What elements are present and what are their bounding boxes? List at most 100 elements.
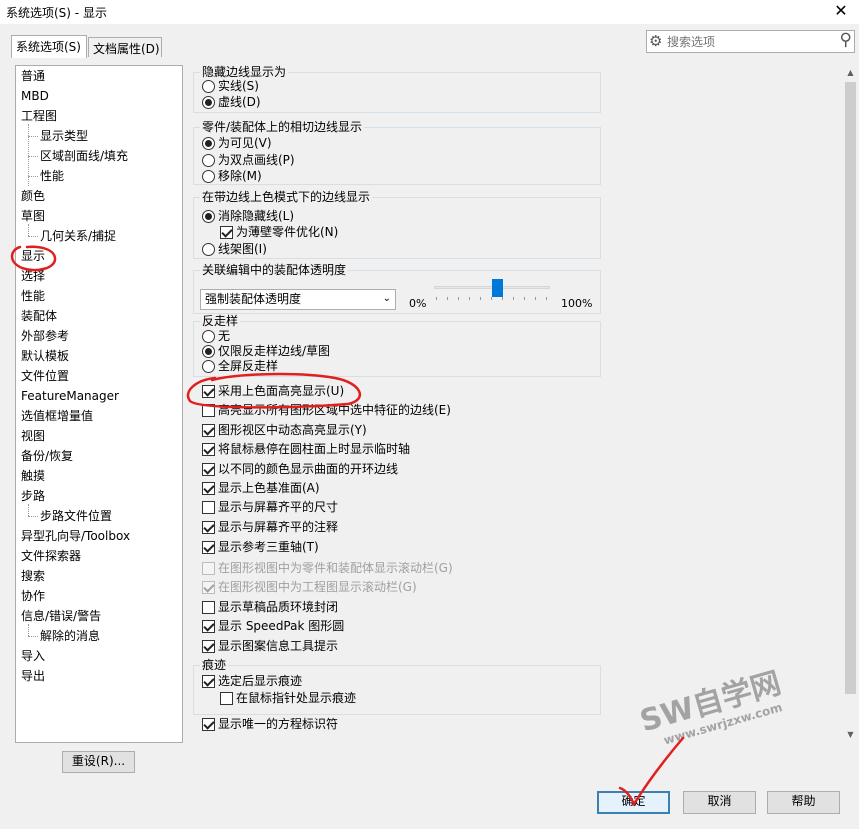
slider-min-label: 0%: [409, 297, 427, 310]
tree-item-dismissed-messages[interactable]: 解除的消息: [40, 628, 100, 644]
tree-item-export[interactable]: 导出: [21, 668, 45, 684]
tree-item-external-references[interactable]: 外部参考: [21, 328, 69, 344]
gear-icon[interactable]: ⚙: [649, 31, 662, 51]
help-button[interactable]: 帮助: [767, 791, 840, 814]
tree-item-file-explorer[interactable]: 文件探索器: [21, 548, 81, 564]
ok-button[interactable]: 确定: [597, 791, 670, 814]
radio-antialias-edges-sketches[interactable]: [202, 345, 215, 358]
checkbox-flat-annotations[interactable]: [202, 521, 215, 534]
hidden-edges-group-title: 隐藏边线显示为: [200, 65, 289, 79]
tree-item-drawing-performance[interactable]: 性能: [40, 168, 64, 184]
scrollbar-thumb[interactable]: [845, 82, 856, 694]
tree-item-collaboration[interactable]: 协作: [21, 588, 45, 604]
search-box[interactable]: ⚙ ⚲: [646, 30, 855, 53]
tree-item-area-hatch[interactable]: 区域剖面线/填充: [40, 148, 128, 164]
tree-item-performance[interactable]: 性能: [21, 288, 45, 304]
tree-connector: [28, 624, 29, 636]
checkbox-show-trail-cursor[interactable]: [220, 692, 233, 705]
search-icon[interactable]: ⚲: [840, 30, 852, 50]
reset-button[interactable]: 重设(R)...: [62, 751, 135, 773]
transparency-dropdown[interactable]: 强制装配体透明度 ⌄: [200, 289, 396, 310]
transparency-slider-thumb[interactable]: [492, 279, 504, 297]
checkbox-speedpak-circle-label: 显示 SpeedPak 图形圆: [218, 619, 345, 633]
tree-item-display[interactable]: 显示: [21, 248, 45, 264]
radio-no-antialias[interactable]: [202, 330, 215, 343]
tree-item-view[interactable]: 视图: [21, 428, 45, 444]
checkbox-thin-part-optimize[interactable]: [220, 226, 233, 239]
checkbox-pattern-tooltips[interactable]: [202, 640, 215, 653]
tree-item-featuremanager[interactable]: FeatureManager: [21, 388, 119, 404]
tree-connector: [28, 236, 38, 237]
radio-no-antialias-label: 无: [218, 329, 231, 343]
close-icon[interactable]: ✕: [826, 1, 856, 23]
checkbox-highlight-feature-edges[interactable]: [202, 404, 215, 417]
tree-item-file-locations[interactable]: 文件位置: [21, 368, 69, 384]
checkbox-dynamic-highlight-label: 图形视区中动态高亮显示(Y): [218, 423, 367, 437]
checkbox-dynamic-highlight[interactable]: [202, 424, 215, 437]
tree-item-general[interactable]: 普通: [21, 68, 45, 84]
tree-item-messages-errors-warnings[interactable]: 信息/错误/警告: [21, 608, 101, 624]
tree-item-search[interactable]: 搜索: [21, 568, 45, 584]
tree-item-drawings[interactable]: 工程图: [21, 108, 57, 124]
checkbox-reference-triad[interactable]: [202, 541, 215, 554]
tree-item-colors[interactable]: 颜色: [21, 188, 45, 204]
tab-system-options[interactable]: 系统选项(S): [11, 35, 87, 58]
radio-antialias-edges-sketches-label: 仅限反走样边线/草图: [218, 344, 331, 358]
tree-item-display-style[interactable]: 显示类型: [40, 128, 88, 144]
window-title: 系统选项(S) - 显示: [6, 6, 107, 20]
slider-tick: [447, 297, 448, 300]
tree-connector: [28, 516, 38, 517]
checkbox-open-edges-color[interactable]: [202, 463, 215, 476]
tree-item-selection[interactable]: 选择: [21, 268, 45, 284]
tree-item-routing[interactable]: 步路: [21, 488, 45, 504]
radio-full-scene-antialias-label: 全屏反走样: [218, 359, 279, 373]
checkbox-part-scrollbars[interactable]: [202, 562, 215, 575]
checkbox-drawing-scrollbars[interactable]: [202, 581, 215, 594]
checkbox-flat-dimensions[interactable]: [202, 501, 215, 514]
checkbox-show-trail-selected[interactable]: [202, 675, 215, 688]
radio-visible[interactable]: [202, 137, 215, 150]
tree-item-import[interactable]: 导入: [21, 648, 45, 664]
radio-solid[interactable]: [202, 80, 215, 93]
radio-remove[interactable]: [202, 170, 215, 183]
tree-item-mbd[interactable]: MBD: [21, 88, 49, 104]
radio-solid-label: 实线(S): [218, 79, 259, 93]
tree-item-default-templates[interactable]: 默认模板: [21, 348, 69, 364]
radio-dashed[interactable]: [202, 96, 215, 109]
checkbox-drawing-scrollbars-label: 在图形视图中为工程图显示滚动栏(G): [218, 580, 417, 594]
checkbox-draft-ambient-occlusion[interactable]: [202, 601, 215, 614]
checkbox-speedpak-circle[interactable]: [202, 620, 215, 633]
title-bar: [0, 0, 859, 24]
checkbox-shaded-planes-label: 显示上色基准面(A): [218, 481, 320, 495]
radio-hidden-line-removed[interactable]: [202, 210, 215, 223]
scroll-up-icon[interactable]: ▲: [843, 68, 858, 77]
radio-visible-label: 为可见(V): [218, 136, 272, 150]
radio-full-scene-antialias[interactable]: [202, 360, 215, 373]
checkbox-unique-equation-ids[interactable]: [202, 718, 215, 731]
checkbox-temporary-axis[interactable]: [202, 443, 215, 456]
radio-remove-label: 移除(M): [218, 169, 262, 183]
tree-item-hole-wizard-toolbox[interactable]: 异型孔向导/Toolbox: [21, 528, 130, 544]
scroll-down-icon[interactable]: ▼: [843, 730, 858, 739]
tree-item-routing-file-locations[interactable]: 步路文件位置: [40, 508, 112, 524]
checkbox-shaded-planes[interactable]: [202, 482, 215, 495]
cancel-button[interactable]: 取消: [683, 791, 756, 814]
checkbox-draft-ambient-occlusion-label: 显示草稿品质环境封闭: [218, 600, 339, 614]
tree-item-backup-recover[interactable]: 备份/恢复: [21, 448, 73, 464]
tab-document-properties[interactable]: 文档属性(D): [88, 37, 162, 57]
slider-tick: [458, 297, 459, 300]
options-tree[interactable]: 普通 MBD 工程图 显示类型 区域剖面线/填充 性能 颜色 草图 几何关系/捕…: [15, 65, 183, 743]
radio-phantom-line[interactable]: [202, 154, 215, 167]
checkbox-shaded-face-highlight[interactable]: [202, 385, 215, 398]
radio-wireframe[interactable]: [202, 243, 215, 256]
tree-item-relations-snaps[interactable]: 几何关系/捕捉: [40, 228, 116, 244]
chevron-down-icon: ⌄: [382, 293, 391, 304]
tree-item-spin-box-increments[interactable]: 选值框增量值: [21, 408, 93, 424]
tree-item-touch[interactable]: 触摸: [21, 468, 45, 484]
transparency-slider-ticks: [436, 297, 548, 300]
tree-connector: [28, 224, 29, 236]
slider-tick: [480, 297, 481, 300]
tree-item-assemblies[interactable]: 装配体: [21, 308, 57, 324]
tree-item-sketch[interactable]: 草图: [21, 208, 45, 224]
search-input[interactable]: [667, 33, 827, 50]
